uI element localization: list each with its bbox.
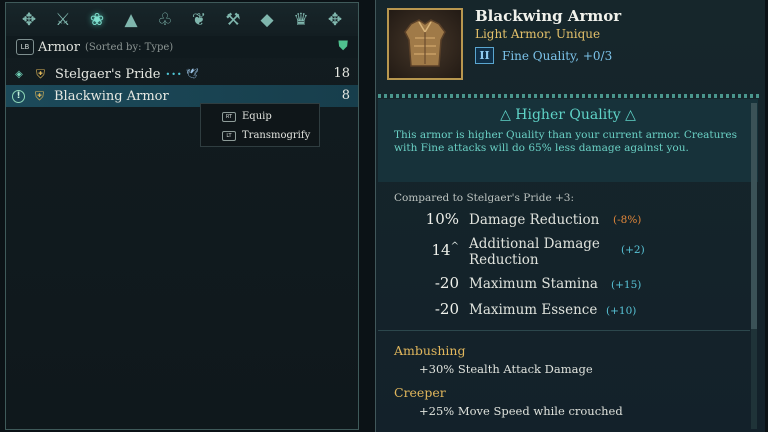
quickslot-icon[interactable]: ❦ bbox=[182, 3, 216, 36]
item-type: Light Armor, Unique bbox=[475, 27, 601, 41]
tab-key-hint: LB bbox=[16, 39, 34, 55]
item-level: 18 bbox=[333, 66, 350, 81]
item-title: Blackwing Armor bbox=[475, 7, 622, 25]
item-level: 8 bbox=[341, 88, 350, 103]
stat-value: 14^ bbox=[431, 241, 459, 259]
misc-icon[interactable]: ✥ bbox=[318, 3, 352, 36]
chest-armor-icon: ⛨ bbox=[34, 88, 44, 103]
section-header: LB Armor (Sorted by: Type) ⛊ bbox=[6, 36, 358, 58]
stat-row: 14^ Additional Damage Reduction (+2) bbox=[376, 236, 756, 270]
cosmetics-icon[interactable]: ♛ bbox=[284, 3, 318, 36]
crafting-icon[interactable]: ⚒ bbox=[216, 3, 250, 36]
rings-icon[interactable]: ♧ bbox=[148, 3, 182, 36]
higher-quality-notice: △ Higher Quality △ This armor is higher … bbox=[378, 99, 758, 182]
equip-label: Equip bbox=[242, 111, 272, 122]
section-title: Armor bbox=[38, 39, 80, 55]
perk-desc: +25% Move Speed while crouched bbox=[419, 404, 623, 418]
item-name: Stelgaer's Pride bbox=[55, 66, 161, 82]
stat-diff: (+2) bbox=[621, 244, 645, 256]
quality-row: II Fine Quality, +0/3 bbox=[475, 47, 612, 64]
equipped-marker-icon: ◈ bbox=[15, 68, 23, 80]
stat-row: -20 Maximum Essence (+10) bbox=[376, 300, 756, 324]
item-details-panel: Blackwing Armor Light Armor, Unique II F… bbox=[375, 0, 765, 432]
stat-value: -20 bbox=[434, 274, 459, 292]
weapons-icon[interactable]: ⚔ bbox=[46, 3, 80, 36]
stat-row: -20 Maximum Stamina (+15) bbox=[376, 274, 756, 298]
boots-icon[interactable]: ▲ bbox=[114, 3, 148, 36]
chest-armor-icon: ⛨ bbox=[35, 66, 45, 81]
transmogrify-option[interactable]: LT Transmogrify bbox=[222, 126, 319, 145]
details-scrollbar[interactable] bbox=[751, 103, 757, 429]
consumables-icon[interactable]: ✥ bbox=[12, 3, 46, 36]
quality-text: Fine Quality, +0/3 bbox=[502, 48, 613, 63]
sort-label[interactable]: (Sorted by: Type) bbox=[85, 42, 173, 53]
stat-value: 10% bbox=[425, 210, 459, 228]
stat-value: -20 bbox=[434, 300, 459, 318]
perk-name: Ambushing bbox=[394, 343, 466, 358]
scrollbar-thumb[interactable] bbox=[751, 103, 757, 329]
perk-desc: +30% Stealth Attack Damage bbox=[419, 362, 593, 376]
lt-button-icon: LT bbox=[222, 130, 236, 141]
category-bar: ✥ ⚔ ❀ ▲ ♧ ❦ ⚒ ◆ ♛ ✥ bbox=[6, 3, 358, 36]
stat-diff: (-8%) bbox=[613, 214, 642, 226]
new-item-icon: ! bbox=[12, 89, 25, 103]
stat-label: Maximum Essence bbox=[469, 302, 598, 318]
gems-icon[interactable]: ◆ bbox=[250, 3, 284, 36]
perk-name: Creeper bbox=[394, 385, 446, 400]
item-thumbnail bbox=[387, 8, 463, 80]
item-list: ◈ ⛨ Stelgaer's Pride ••• 🕊 18 ! ⛨ Blackw… bbox=[6, 63, 358, 107]
equip-option[interactable]: RT Equip bbox=[222, 107, 319, 126]
ornament-divider bbox=[378, 94, 762, 98]
notice-title: △ Higher Quality △ bbox=[500, 107, 636, 123]
stat-label: Maximum Stamina bbox=[469, 276, 598, 292]
armor-icon[interactable]: ❀ bbox=[80, 3, 114, 36]
section-divider bbox=[378, 330, 750, 331]
compare-label: Compared to Stelgaer's Pride +3: bbox=[394, 192, 575, 204]
stat-diff: (+15) bbox=[611, 279, 642, 291]
rank-dots-icon: ••• bbox=[165, 69, 183, 79]
stat-label: Damage Reduction bbox=[469, 212, 600, 228]
item-name: Blackwing Armor bbox=[54, 88, 169, 104]
quality-badge: II bbox=[475, 47, 494, 64]
list-item[interactable]: ◈ ⛨ Stelgaer's Pride ••• 🕊 18 bbox=[6, 63, 358, 85]
rt-button-icon: RT bbox=[222, 111, 236, 122]
stat-label: Additional Damage Reduction bbox=[469, 236, 600, 268]
bag-icon[interactable]: ⛊ bbox=[338, 39, 348, 54]
stat-diff: (+10) bbox=[606, 305, 637, 317]
stat-row: 10% Damage Reduction (-8%) bbox=[376, 210, 756, 234]
bird-icon: 🕊 bbox=[185, 68, 199, 80]
armor-image-icon bbox=[404, 19, 446, 67]
context-menu: RT Equip LT Transmogrify bbox=[200, 103, 320, 147]
inventory-panel: ✥ ⚔ ❀ ▲ ♧ ❦ ⚒ ◆ ♛ ✥ LB Armor (Sorted by:… bbox=[5, 2, 359, 430]
transmogrify-label: Transmogrify bbox=[242, 130, 311, 141]
notice-text: This armor is higher Quality than your c… bbox=[394, 129, 738, 154]
